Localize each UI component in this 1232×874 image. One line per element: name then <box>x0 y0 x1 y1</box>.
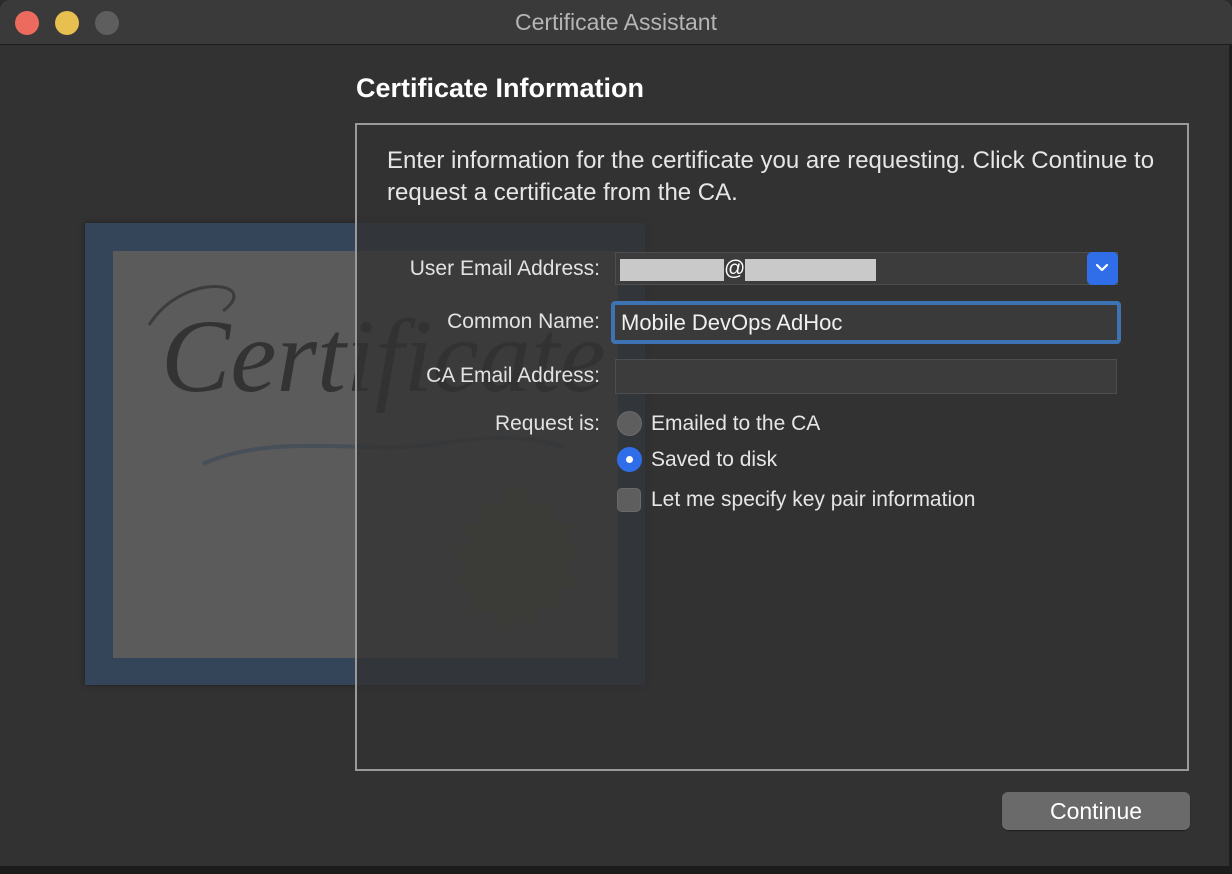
emailed-to-ca-label[interactable]: Emailed to the CA <box>651 412 820 436</box>
user-email-combobox[interactable]: @ <box>615 252 1118 285</box>
page-heading: Certificate Information <box>356 73 645 103</box>
form-panel <box>355 123 1189 771</box>
window-title: Certificate Assistant <box>515 9 717 35</box>
user-email-label: User Email Address: <box>409 257 600 280</box>
key-pair-label[interactable]: Let me specify key pair information <box>651 488 975 512</box>
certificate-assistant-window: Certificate Assistant Certificate Certif… <box>0 0 1232 874</box>
intro-text: Enter information for the certificate yo… <box>387 147 1155 206</box>
email-at-sign: @ <box>724 257 746 280</box>
common-name-field[interactable] <box>611 301 1121 344</box>
redacted-email-user <box>620 259 724 281</box>
saved-to-disk-label[interactable]: Saved to disk <box>651 448 777 472</box>
redacted-email-domain <box>745 259 876 281</box>
common-name-input[interactable] <box>621 309 1111 337</box>
request-is-label: Request is: <box>494 412 600 435</box>
background-strip <box>0 866 1232 874</box>
continue-button[interactable]: Continue <box>1002 792 1190 830</box>
chevron-down-icon <box>1095 263 1109 272</box>
saved-to-disk-radio[interactable] <box>617 447 642 472</box>
email-dropdown-button[interactable] <box>1087 252 1118 285</box>
common-name-label: Common Name: <box>447 310 600 333</box>
key-pair-checkbox[interactable] <box>617 488 641 512</box>
emailed-to-ca-radio[interactable] <box>617 411 642 436</box>
title-bar: Certificate Assistant <box>0 0 1232 45</box>
ca-email-field[interactable] <box>615 359 1117 394</box>
ca-email-label: CA Email Address: <box>426 364 600 387</box>
